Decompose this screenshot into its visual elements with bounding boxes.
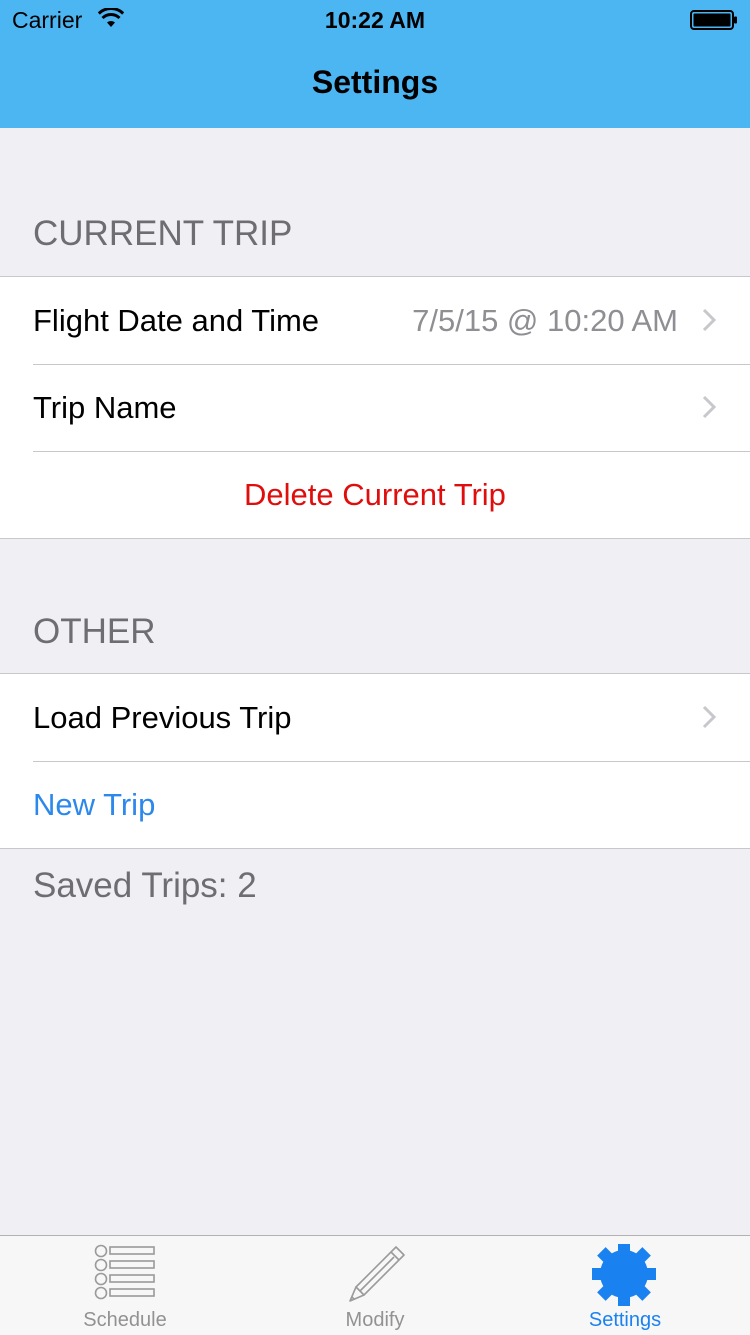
navigation-bar: Carrier 10:22 AM Settings — [0, 0, 750, 128]
pencil-icon — [349, 1246, 405, 1302]
trip-name-row[interactable]: Trip Name — [0, 364, 750, 451]
new-trip-label: New Trip — [33, 787, 156, 822]
tab-settings-label: Settings — [588, 1309, 662, 1331]
delete-current-trip-button[interactable]: Delete Current Trip — [0, 451, 750, 538]
chevron-right-icon — [702, 705, 716, 729]
tab-modify-label: Modify — [345, 1309, 405, 1331]
flight-date-row[interactable]: Flight Date and Time 7/5/15 @ 10:20 AM — [0, 277, 750, 364]
list-icon — [94, 1244, 155, 1300]
gear-icon — [592, 1244, 656, 1306]
current-trip-group: Flight Date and Time 7/5/15 @ 10:20 AM T… — [0, 276, 750, 539]
chevron-right-icon — [702, 308, 716, 332]
tab-bar: Schedule Modify Settings — [0, 1235, 750, 1335]
delete-current-trip-label: Delete Current Trip — [244, 477, 506, 512]
chevron-right-icon — [702, 395, 716, 419]
load-previous-trip-row[interactable]: Load Previous Trip — [0, 674, 750, 761]
other-group: Load Previous Trip New Trip — [0, 673, 750, 849]
load-previous-trip-label: Load Previous Trip — [33, 700, 292, 735]
status-time: 10:22 AM — [324, 7, 426, 33]
tab-schedule[interactable]: Schedule — [0, 1236, 250, 1335]
flight-date-value: 7/5/15 @ 10:20 AM — [412, 303, 678, 338]
status-bar: Carrier 10:22 AM — [0, 0, 750, 40]
other-header: OTHER — [33, 612, 156, 651]
battery-icon — [690, 10, 737, 30]
page-title: Settings — [311, 64, 439, 100]
flight-date-label: Flight Date and Time — [33, 303, 320, 338]
tab-modify[interactable]: Modify — [250, 1236, 500, 1335]
tab-settings[interactable]: Settings — [500, 1236, 750, 1335]
saved-trips-count: Saved Trips: 2 — [33, 866, 257, 905]
current-trip-header: CURRENT TRIP — [33, 214, 293, 253]
new-trip-button[interactable]: New Trip — [0, 761, 750, 848]
tab-schedule-label: Schedule — [83, 1309, 167, 1331]
trip-name-label: Trip Name — [33, 390, 177, 425]
